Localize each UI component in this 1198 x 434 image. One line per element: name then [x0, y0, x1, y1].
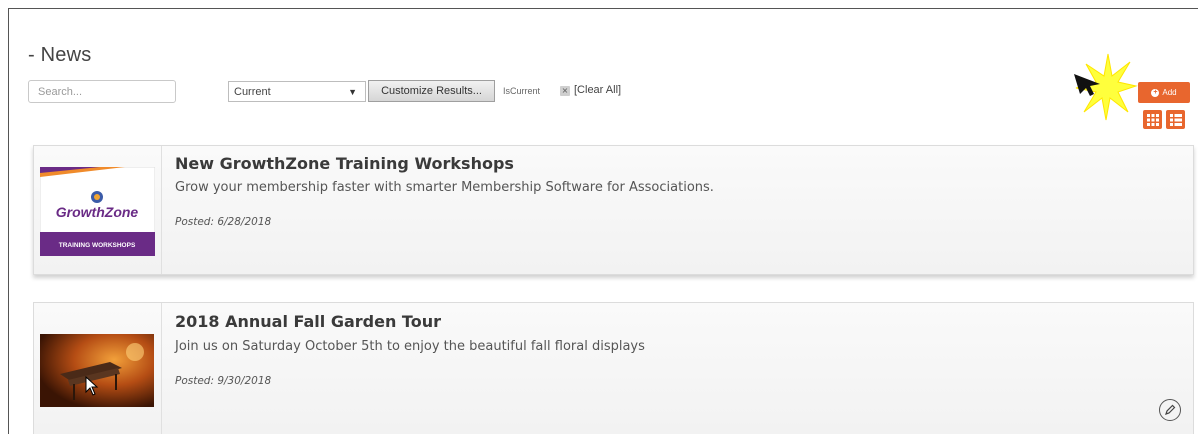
edit-button[interactable]	[1159, 399, 1181, 421]
news-description: Join us on Saturday October 5th to enjoy…	[175, 339, 645, 354]
thumbnail-caption: TRAINING WORKSHOPS	[59, 242, 136, 249]
clear-all-link[interactable]: [Clear All]	[574, 84, 621, 96]
active-filter-tag: IsCurrent	[503, 86, 541, 96]
news-item[interactable]: 2018 Annual Fall Garden Tour Join us on …	[33, 302, 1194, 434]
news-posted-date: Posted: 6/28/2018	[175, 216, 272, 228]
add-button[interactable]: + Add	[1138, 82, 1190, 103]
news-title[interactable]: New GrowthZone Training Workshops	[175, 154, 514, 173]
news-posted-date: Posted: 9/30/2018	[175, 375, 272, 387]
customize-results-button[interactable]: Customize Results...	[368, 80, 495, 102]
filter-dropdown[interactable]: Current ▼	[228, 81, 366, 102]
news-item[interactable]: GrowthZone TRAINING WORKSHOPS New Growth…	[33, 145, 1194, 275]
news-title[interactable]: 2018 Annual Fall Garden Tour	[175, 312, 441, 331]
card-divider	[161, 303, 162, 434]
search-input[interactable]	[28, 80, 176, 103]
mouse-cursor-icon	[85, 376, 99, 396]
news-thumbnail[interactable]: GrowthZone TRAINING WORKSHOPS	[40, 167, 155, 256]
filter-dropdown-value: Current	[234, 85, 271, 98]
card-divider	[161, 146, 162, 274]
grid-view-icon	[1146, 113, 1159, 126]
close-icon[interactable]: ×	[560, 86, 570, 96]
page-title: - News	[28, 44, 92, 66]
list-view-icon	[1169, 113, 1182, 126]
grid-view-button[interactable]	[1143, 110, 1162, 129]
news-description: Grow your membership faster with smarter…	[175, 180, 714, 195]
list-view-button[interactable]	[1166, 110, 1185, 129]
pencil-icon	[1165, 404, 1176, 415]
growthzone-logo-text: GrowthZone	[56, 204, 139, 220]
news-thumbnail[interactable]	[40, 334, 154, 407]
chevron-down-icon: ▼	[348, 87, 357, 97]
highlight-starburst-icon	[1074, 53, 1138, 121]
add-button-label: Add	[1162, 88, 1177, 97]
plus-circle-icon: +	[1151, 88, 1160, 97]
